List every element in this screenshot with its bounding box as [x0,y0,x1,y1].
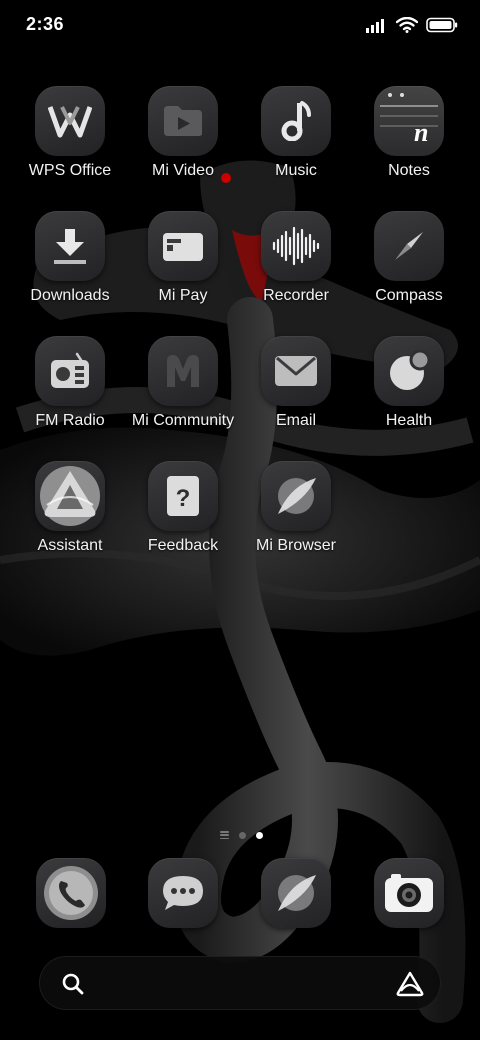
status-time: 2:36 [26,14,65,34]
svg-text:?: ? [176,485,191,512]
mi-pay-icon [148,211,218,281]
assistant-logo-icon[interactable] [396,971,424,997]
messages-icon [148,858,218,928]
app-assistant[interactable]: Assistant [14,461,126,581]
page-dot-active [255,831,263,839]
wifi-icon [396,17,418,33]
app-mi-browser[interactable]: Mi Browser [240,461,352,581]
search-bar[interactable] [39,956,441,1010]
mi-video-icon [148,86,218,156]
browser-icon [261,858,331,928]
phone-icon [36,858,106,928]
app-notes[interactable]: n Notes [353,86,465,206]
battery-icon [426,17,458,33]
status-bar: 2:36 [0,0,480,52]
dock-camera[interactable] [374,858,444,928]
dock-messages[interactable] [148,858,218,928]
envelope-icon [261,336,331,406]
svg-text:n: n [414,118,428,147]
app-compass[interactable]: Compass [353,211,465,331]
dock-browser[interactable] [261,858,331,928]
download-icon [35,211,105,281]
dock-phone[interactable] [36,858,106,928]
app-downloads[interactable]: Downloads [14,211,126,331]
app-wps-office[interactable]: WPS Office [14,86,126,206]
music-note-icon [261,86,331,156]
browser-icon [261,461,331,531]
app-feedback[interactable]: ? Feedback [127,461,239,581]
health-icon [374,336,444,406]
signal-icon [366,19,384,33]
feedback-icon: ? [148,461,218,531]
app-label: Mi Browser [255,537,336,554]
assistant-icon [35,461,105,531]
app-recorder[interactable]: Recorder [240,211,352,331]
page-list-icon [219,831,229,839]
app-fm-radio[interactable]: FM Radio [14,336,126,456]
app-email[interactable]: Email [240,336,352,456]
app-mi-community[interactable]: Mi Community [127,336,239,456]
app-health[interactable]: Health [353,336,465,456]
compass-icon [374,211,444,281]
page-indicator[interactable] [196,826,286,844]
status-icons [366,14,458,36]
wps-office-icon [35,86,105,156]
app-mi-video[interactable]: Mi Video [127,86,239,206]
search-icon [62,973,84,995]
app-label: Compass [375,287,443,304]
radio-icon [35,336,105,406]
page-dot [238,831,246,839]
waveform-icon [261,211,331,281]
app-label: Health [385,412,433,429]
mi-community-icon [148,336,218,406]
camera-icon [374,858,444,928]
app-label: Notes [388,162,430,179]
notes-icon: n [374,86,444,156]
app-music[interactable]: Music [240,86,352,206]
app-mi-pay[interactable]: Mi Pay [127,211,239,331]
